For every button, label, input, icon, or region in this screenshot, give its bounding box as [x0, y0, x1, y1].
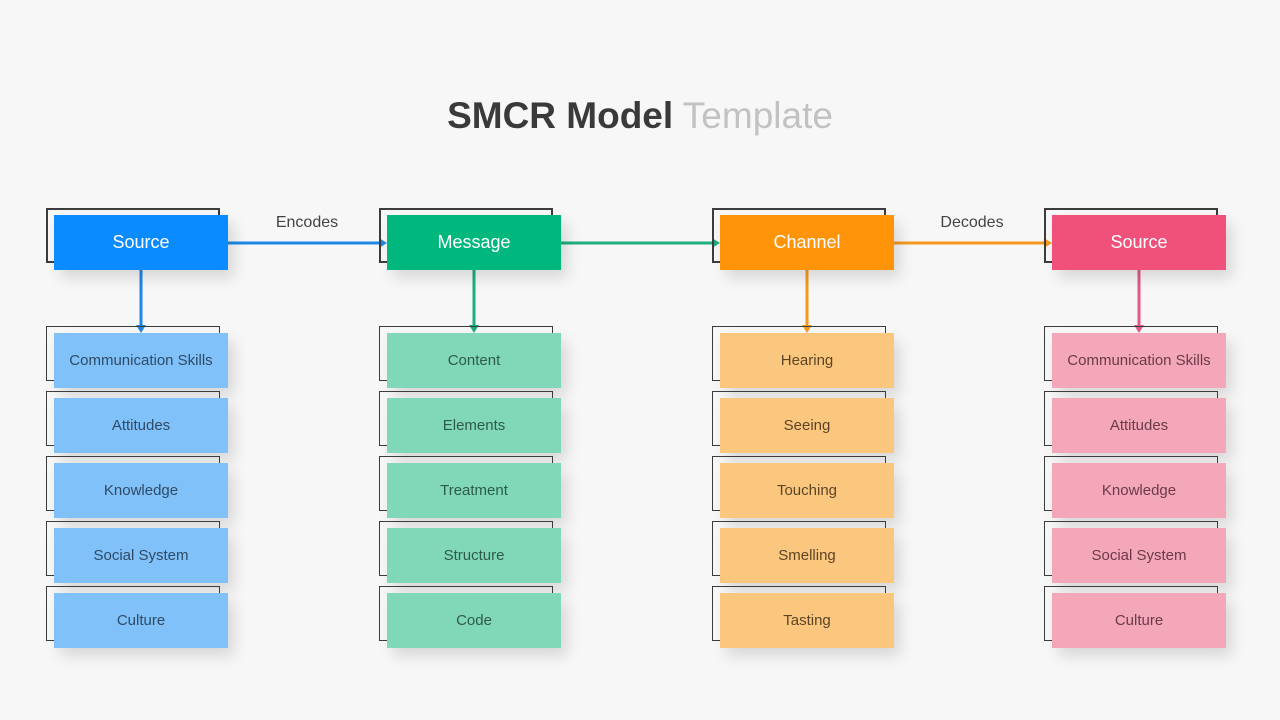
item-label: Knowledge — [103, 482, 179, 499]
channel-item: Hearing — [720, 333, 894, 388]
item-label: Content — [447, 352, 501, 369]
receiver-item: Social System — [1052, 528, 1226, 583]
source-item: Communication Skills — [54, 333, 228, 388]
message-item: Structure — [387, 528, 561, 583]
item-label: Attitudes — [111, 417, 171, 434]
encodes-label: Encodes — [275, 214, 339, 231]
source-item: Culture — [54, 593, 228, 648]
item-label: Hearing — [780, 352, 834, 369]
message-heading-box: Message — [387, 215, 561, 270]
title-bold: SMCR Model — [447, 95, 674, 136]
message-item: Content — [387, 333, 561, 388]
receiver-item: Knowledge — [1052, 463, 1226, 518]
item-label: Communication Skills — [1067, 352, 1211, 369]
item-label: Communication Skills — [69, 352, 213, 369]
heading-label: Channel — [773, 232, 841, 252]
source-item: Attitudes — [54, 398, 228, 453]
item-label: Code — [456, 612, 492, 629]
item-label: Treatment — [440, 482, 508, 499]
item-label: Smelling — [778, 547, 836, 564]
heading-label: Source — [1110, 232, 1168, 252]
heading-label: Source — [112, 232, 170, 252]
source-item: Social System — [54, 528, 228, 583]
item-label: Attitudes — [1109, 417, 1169, 434]
message-item: Elements — [387, 398, 561, 453]
channel-item: Smelling — [720, 528, 894, 583]
item-label: Elements — [442, 417, 506, 434]
item-label: Seeing — [783, 417, 831, 434]
source-item: Knowledge — [54, 463, 228, 518]
receiver-item: Culture — [1052, 593, 1226, 648]
channel-item: Seeing — [720, 398, 894, 453]
item-label: Touching — [776, 482, 838, 499]
channel-heading-box: Channel — [720, 215, 894, 270]
receiver-item: Communication Skills — [1052, 333, 1226, 388]
item-label: Tasting — [783, 612, 831, 629]
message-item: Treatment — [387, 463, 561, 518]
decodes-label: Decodes — [940, 214, 1004, 231]
item-label: Structure — [443, 547, 505, 564]
channel-item: Touching — [720, 463, 894, 518]
source-heading-box: Source — [54, 215, 228, 270]
item-label: Culture — [1114, 612, 1164, 629]
item-label: Social System — [1091, 547, 1187, 564]
item-label: Knowledge — [1101, 482, 1177, 499]
page-title: SMCR Model Template — [0, 92, 1280, 140]
title-light: Template — [682, 95, 833, 136]
item-label: Social System — [93, 547, 189, 564]
item-label: Culture — [116, 612, 166, 629]
heading-label: Message — [437, 232, 511, 252]
receiver-heading-box: Source — [1052, 215, 1226, 270]
message-item: Code — [387, 593, 561, 648]
receiver-item: Attitudes — [1052, 398, 1226, 453]
channel-item: Tasting — [720, 593, 894, 648]
